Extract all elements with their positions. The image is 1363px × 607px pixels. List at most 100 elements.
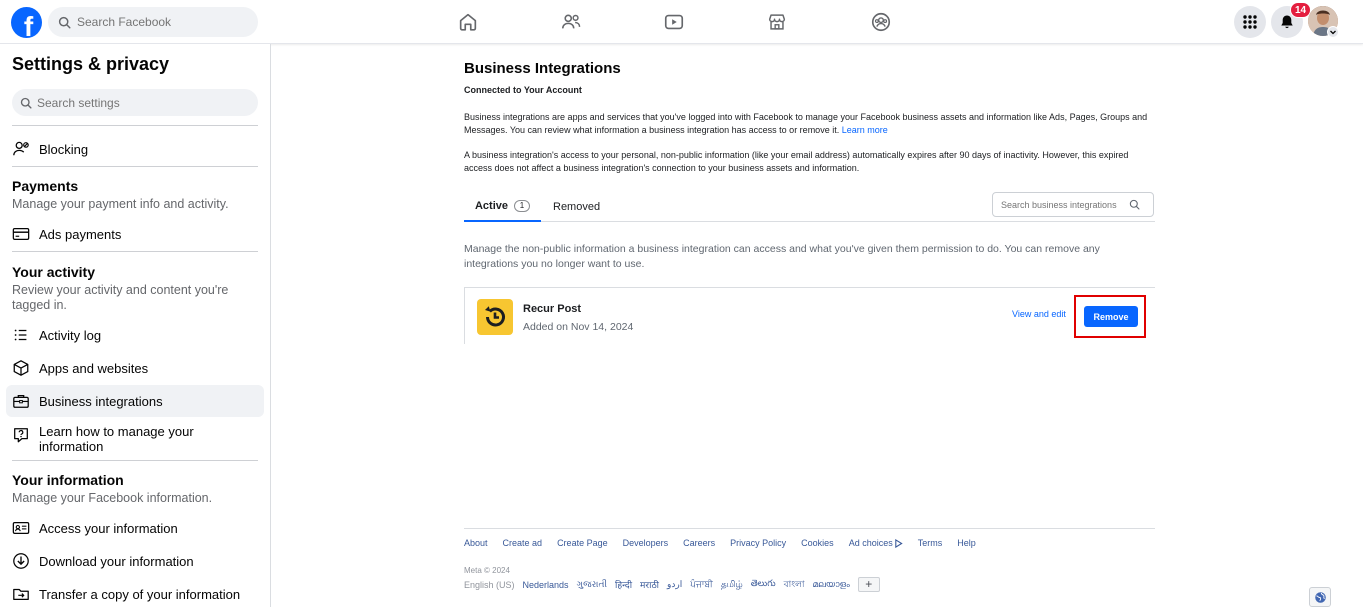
language-option[interactable]: Nederlands [523,580,569,590]
footer-link-create-page[interactable]: Create Page [557,538,608,548]
sidebar-item-learn-manage-information[interactable]: Learn how to manage your information [6,422,264,456]
facebook-search-box[interactable] [48,7,258,37]
footer-link-ad-choices[interactable]: Ad choices [849,538,903,548]
meta-copyright: Meta © 2024 [464,566,510,575]
search-icon [20,97,32,109]
sidebar-item-download-information[interactable]: Download your information [6,548,264,574]
business-integrations-search-input[interactable] [1001,199,1129,210]
language-option[interactable]: ગુજરાતી [577,579,607,590]
language-option[interactable]: తెలుగు [751,578,776,591]
sidebar-title: Settings & privacy [12,54,170,74]
language-option[interactable]: हिन्दी [615,578,632,591]
sidebar-item-blocking[interactable]: Blocking [6,136,264,162]
integrations-description: Manage the non-public information a busi… [464,243,1100,270]
payments-subtitle: Manage your payment info and activity. [12,197,229,211]
activity-heading: Your activity [12,264,95,280]
recur-post-app-icon [477,299,513,335]
payments-heading: Payments [12,178,79,194]
remove-button[interactable]: Remove [1084,306,1138,327]
footer: About Create ad Create Page Developers C… [464,528,1155,592]
person-block-icon [13,141,29,156]
facebook-search-input[interactable] [77,15,247,29]
folder-transfer-icon [13,588,29,601]
settings-search-input[interactable] [37,95,247,110]
id-card-icon [12,521,30,535]
sidebar-item-label: Blocking [39,141,89,157]
search-icon [58,16,71,29]
settings-sidebar: Settings & privacy Blocking Payments Man… [0,44,271,607]
footer-link-careers[interactable]: Careers [683,538,715,548]
intro-paragraph: Business integrations are apps and servi… [464,112,1148,135]
globe-icon [1314,591,1326,603]
sidebar-item-activity-log[interactable]: Activity log [6,322,264,348]
sidebar-item-label: Apps and websites [39,360,149,376]
tab-removed[interactable]: Removed [553,191,600,222]
business-integrations-search-box[interactable] [992,192,1154,217]
cube-icon [13,360,29,376]
page-subtitle: Connected to Your Account [464,85,582,95]
credit-card-icon [12,227,30,241]
footer-link-developers[interactable]: Developers [623,538,669,548]
sidebar-item-label: Transfer a copy of your information [39,586,241,602]
view-and-edit-link[interactable]: View and edit [1012,309,1066,319]
language-selector: English (US) Nederlands ગુજરાતી हिन्दी म… [464,577,880,592]
integration-row: Recur Post Added on Nov 14, 2024 View an… [464,287,1155,344]
footer-link-help[interactable]: Help [957,538,976,548]
language-option[interactable]: বাংলা [784,577,805,592]
sidebar-item-label: Business integrations [39,393,163,409]
sidebar-item-business-integrations[interactable]: Business integrations [6,385,264,417]
divider [12,166,258,167]
marketplace-icon[interactable] [766,11,788,33]
facebook-logo-icon[interactable]: f [11,7,42,38]
sidebar-item-label: Activity log [39,327,102,343]
active-count-badge: 1 [514,199,531,212]
friends-icon[interactable] [560,11,582,33]
language-globe-button[interactable] [1309,587,1331,607]
divider [12,251,258,252]
sidebar-item-transfer-information[interactable]: Transfer a copy of your information [6,581,264,607]
language-option[interactable]: தமிழ் [721,579,743,591]
expiry-paragraph: A business integration's access to your … [464,150,1129,173]
footer-links: About Create ad Create Page Developers C… [464,538,991,548]
information-subtitle: Manage your Facebook information. [12,491,213,505]
clock-history-icon [485,306,505,327]
current-language: English (US) [464,579,515,590]
sidebar-item-apps-and-websites[interactable]: Apps and websites [6,355,264,381]
sidebar-item-label: Ads payments [39,226,122,242]
add-language-button[interactable]: + [857,577,880,592]
top-bar: f 14 [0,0,1363,44]
integration-name: Recur Post [523,303,582,315]
tab-active[interactable]: Active 1 [464,191,541,222]
footer-link-terms[interactable]: Terms [918,538,943,548]
ad-choices-icon [894,538,903,548]
language-option[interactable]: മലയാളം [812,579,849,590]
language-option[interactable]: मराठी [640,578,659,591]
information-heading: Your information [12,472,124,488]
sidebar-item-label: Download your information [39,553,194,569]
sidebar-item-ads-payments[interactable]: Ads payments [6,221,264,247]
footer-link-privacy-policy[interactable]: Privacy Policy [730,538,786,548]
sidebar-item-access-information[interactable]: Access your information [6,515,264,541]
divider [12,460,258,461]
home-icon[interactable] [457,11,479,33]
help-bubble-icon [14,428,28,443]
page-title: Business Integrations [464,60,621,77]
download-icon [13,553,29,569]
language-option[interactable]: اردو [667,579,682,590]
video-icon[interactable] [663,11,685,33]
sidebar-item-label: Access your information [39,520,178,536]
groups-icon[interactable] [870,11,892,33]
activity-subtitle: Review your activity and content you're … [12,283,229,312]
integration-added-date: Added on Nov 14, 2024 [523,321,634,333]
settings-search-box[interactable] [12,89,258,116]
footer-link-about[interactable]: About [464,538,488,548]
menu-button[interactable] [1234,6,1266,38]
account-chevron-icon[interactable] [1327,26,1339,38]
footer-link-create-ad[interactable]: Create ad [503,538,543,548]
footer-link-cookies[interactable]: Cookies [801,538,834,548]
language-option[interactable]: ਪੰਜਾਬੀ [690,579,713,590]
learn-more-link[interactable]: Learn more [842,125,888,135]
sidebar-item-label: Learn how to manage your information [39,424,194,454]
menu-grid-icon [1243,15,1257,29]
briefcase-icon [13,394,29,408]
